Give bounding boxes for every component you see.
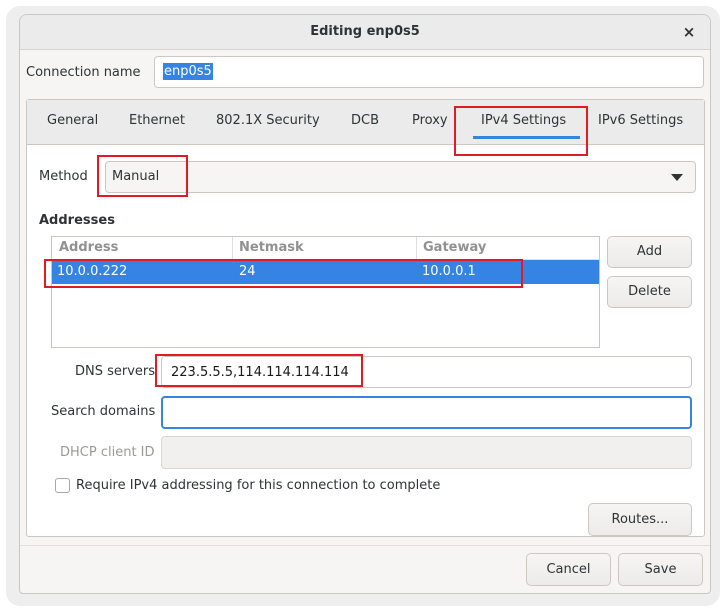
edit-connection-dialog: Editing enp0s5 × Connection name enp0s5 … <box>19 14 711 594</box>
cancel-button[interactable]: Cancel <box>526 553 611 586</box>
chevron-down-icon <box>671 174 683 181</box>
addresses-table-header: Address Netmask Gateway <box>52 237 599 260</box>
column-address[interactable]: Address <box>59 240 118 255</box>
method-value: Manual <box>112 169 160 184</box>
require-ipv4-label[interactable]: Require IPv4 addressing for this connect… <box>76 478 440 493</box>
table-row[interactable]: 10.0.0.222 24 10.0.0.1 <box>52 260 599 284</box>
method-label: Method <box>39 169 88 184</box>
tab-general[interactable]: General <box>47 113 98 128</box>
tab-bar: General Ethernet 802.1X Security DCB Pro… <box>27 100 704 145</box>
connection-name-value: enp0s5 <box>163 63 213 80</box>
close-icon[interactable]: × <box>678 21 700 43</box>
dhcp-client-id-input[interactable] <box>161 436 692 469</box>
dns-servers-label: DNS servers <box>75 364 156 379</box>
tab-ethernet[interactable]: Ethernet <box>129 113 185 128</box>
tab-ipv4-settings[interactable]: IPv4 Settings <box>481 113 566 128</box>
column-separator <box>416 237 417 259</box>
save-button[interactable]: Save <box>618 553 703 586</box>
dns-servers-value: 223.5.5.5,114.114.114.114 <box>171 365 349 380</box>
addresses-table[interactable]: Address Netmask Gateway 10.0.0.222 24 10… <box>51 236 600 348</box>
cell-netmask[interactable]: 24 <box>239 264 256 279</box>
connection-name-label: Connection name <box>26 65 141 80</box>
titlebar: Editing enp0s5 × <box>20 15 710 50</box>
add-address-button[interactable]: Add <box>607 236 692 268</box>
column-gateway[interactable]: Gateway <box>423 240 486 255</box>
tab-proxy[interactable]: Proxy <box>412 113 448 128</box>
footer-divider <box>20 545 710 546</box>
dns-servers-input[interactable]: 223.5.5.5,114.114.114.114 <box>161 356 692 388</box>
cell-address[interactable]: 10.0.0.222 <box>57 264 127 279</box>
column-separator <box>232 237 233 259</box>
cell-gateway[interactable]: 10.0.0.1 <box>422 264 476 279</box>
method-dropdown[interactable]: Manual <box>105 161 696 193</box>
require-ipv4-checkbox[interactable] <box>55 478 70 493</box>
dhcp-client-id-label: DHCP client ID <box>60 445 155 460</box>
search-domains-input[interactable] <box>161 396 692 429</box>
tab-ipv6-settings[interactable]: IPv6 Settings <box>598 113 683 128</box>
connection-name-input[interactable]: enp0s5 <box>154 56 704 88</box>
column-netmask[interactable]: Netmask <box>239 240 304 255</box>
window-title: Editing enp0s5 <box>310 24 420 39</box>
settings-notebook: General Ethernet 802.1X Security DCB Pro… <box>26 99 705 537</box>
routes-button[interactable]: Routes... <box>588 503 692 536</box>
active-tab-indicator <box>473 136 580 139</box>
tab-dcb[interactable]: DCB <box>351 113 379 128</box>
delete-address-button[interactable]: Delete <box>607 276 692 308</box>
tab-802-1x-security[interactable]: 802.1X Security <box>216 113 320 128</box>
addresses-heading: Addresses <box>39 213 115 228</box>
search-domains-label: Search domains <box>51 404 156 419</box>
